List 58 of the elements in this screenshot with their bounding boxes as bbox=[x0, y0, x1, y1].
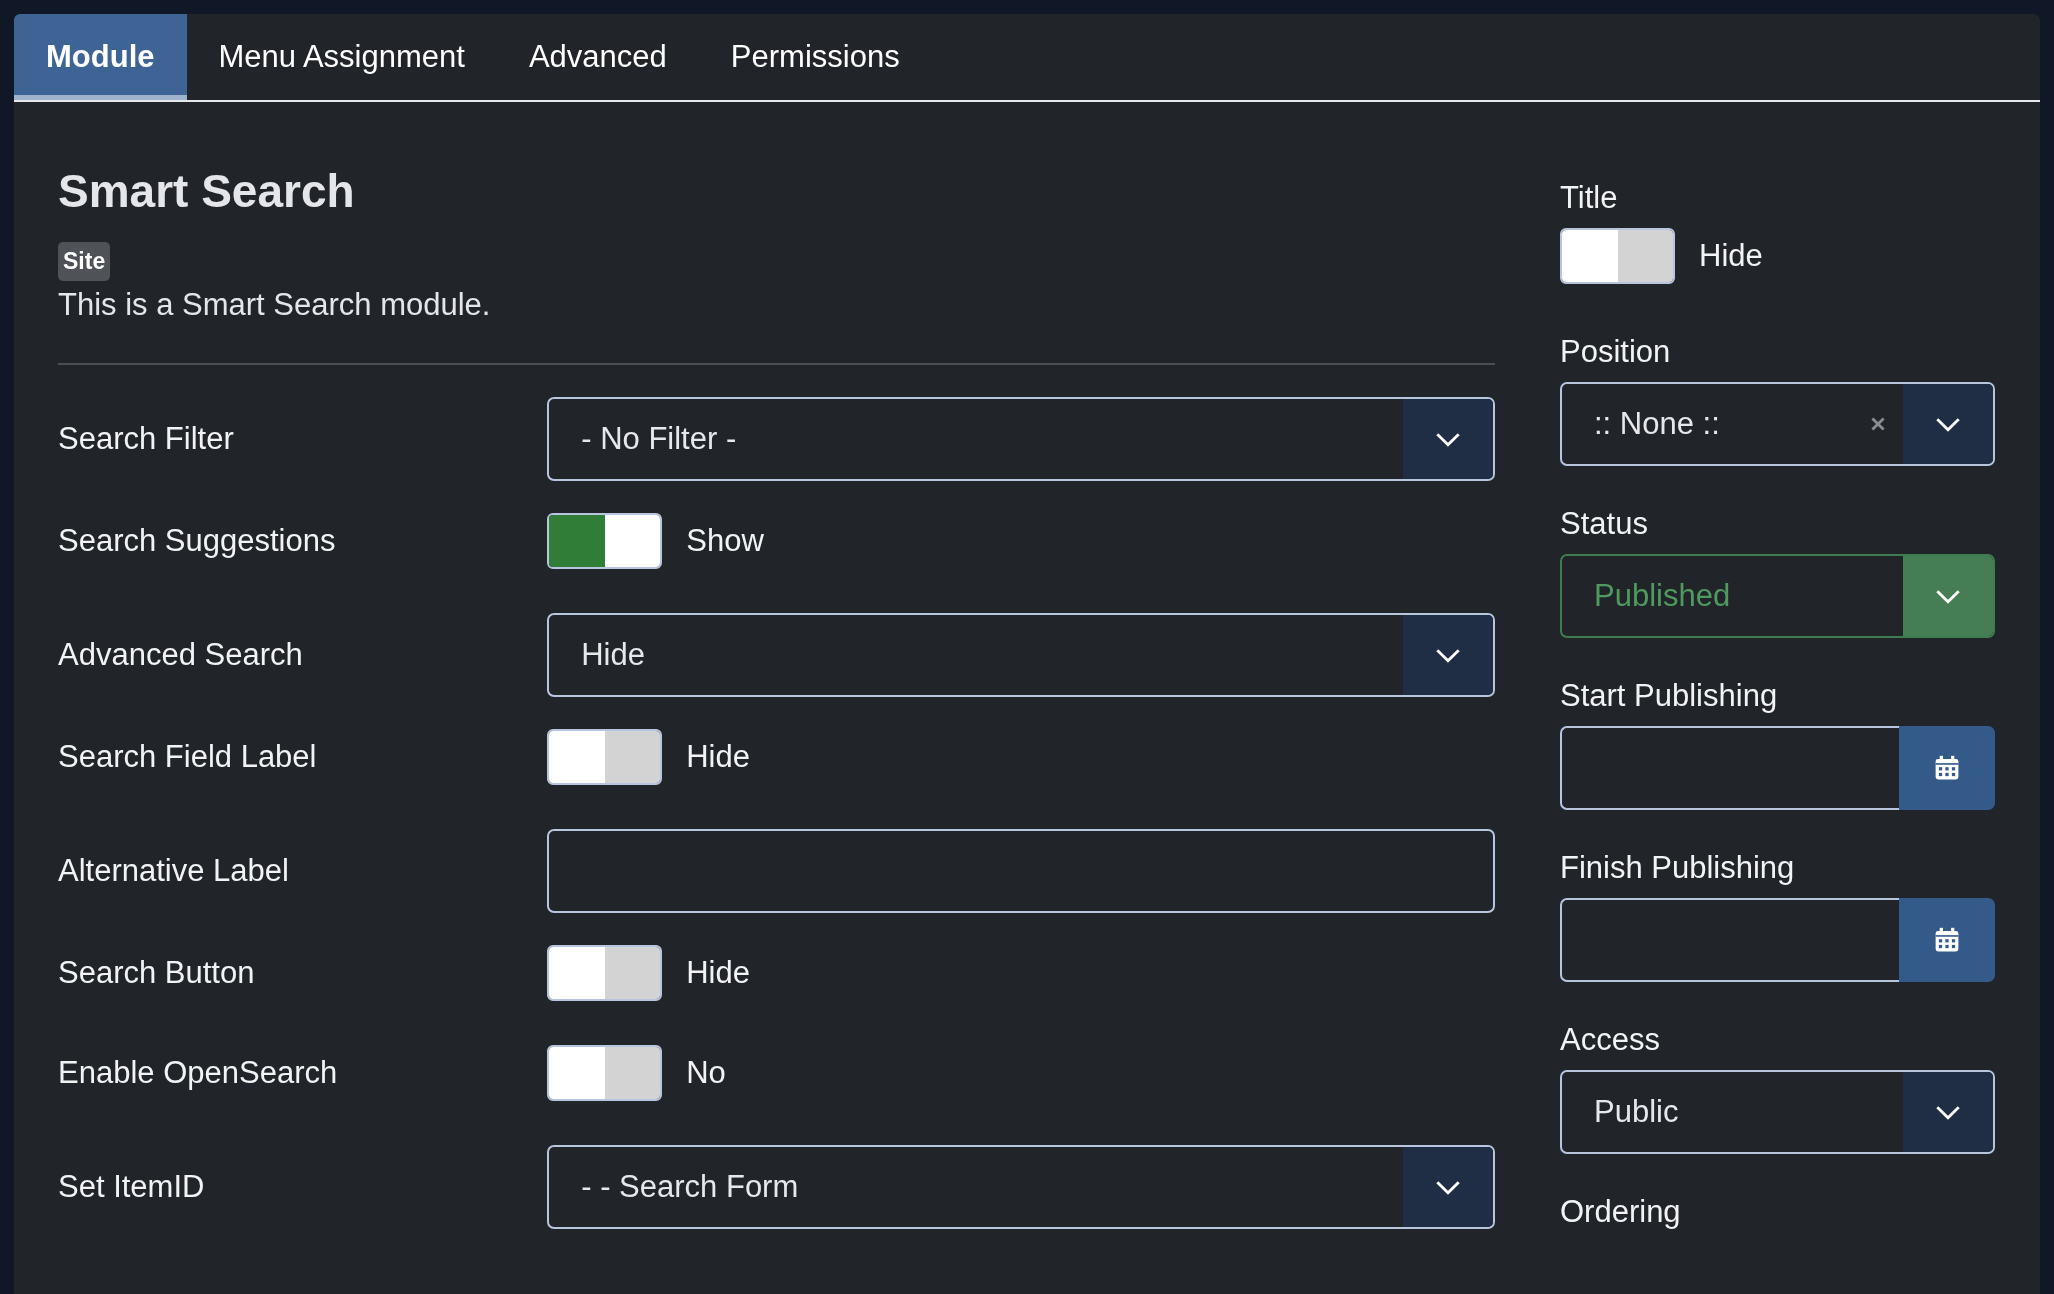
dropdown-select[interactable]: Public bbox=[1560, 1070, 1995, 1154]
calendar-icon bbox=[1934, 755, 1960, 781]
field-label: Status bbox=[1560, 506, 1649, 542]
toggle-state-label: Hide bbox=[1699, 238, 1763, 274]
caret-icon bbox=[1435, 647, 1461, 663]
calendar-button[interactable] bbox=[1899, 898, 1995, 982]
field-label: Title bbox=[1560, 180, 1619, 216]
tab[interactable]: Module bbox=[14, 14, 187, 100]
field-label: Access bbox=[1560, 1022, 1661, 1058]
field-label: Search Filter bbox=[58, 421, 235, 457]
field-label: Ordering bbox=[1560, 1194, 1682, 1230]
clear-icon[interactable] bbox=[1871, 417, 1885, 431]
tab[interactable]: Permissions bbox=[698, 14, 932, 100]
date-input-field[interactable] bbox=[1560, 898, 1899, 982]
site-badge: Site bbox=[58, 242, 111, 281]
caret-icon bbox=[1935, 416, 1961, 432]
module-description: This is a Smart Search module. bbox=[58, 287, 492, 323]
module-title: Smart Search bbox=[58, 168, 356, 214]
text-input-field[interactable] bbox=[547, 829, 1495, 913]
dropdown-select[interactable]: :: None :: bbox=[1560, 382, 1995, 466]
field-label: Alternative Label bbox=[58, 853, 290, 889]
toggle-state-label: No bbox=[686, 1055, 726, 1091]
select-value: - No Filter - bbox=[580, 421, 738, 457]
date-input-field[interactable] bbox=[1560, 726, 1899, 810]
field-label: Enable OpenSearch bbox=[58, 1055, 339, 1091]
dropdown-select[interactable]: Hide bbox=[547, 613, 1495, 697]
tab[interactable]: Advanced bbox=[496, 14, 699, 100]
toggle-switch[interactable] bbox=[547, 729, 663, 785]
field-label: Position bbox=[1560, 334, 1672, 370]
caret-icon bbox=[1935, 1104, 1961, 1120]
toggle-switch[interactable] bbox=[547, 513, 663, 569]
field-label: Set ItemID bbox=[58, 1169, 206, 1205]
field-label: Advanced Search bbox=[58, 637, 304, 673]
tab[interactable]: Menu Assignment bbox=[186, 14, 497, 100]
caret-icon bbox=[1435, 1179, 1461, 1195]
toggle-state-label: Hide bbox=[686, 955, 750, 991]
field-label: Finish Publishing bbox=[1560, 850, 1796, 886]
calendar-icon bbox=[1934, 927, 1960, 953]
field-label: Search Suggestions bbox=[58, 523, 337, 559]
toggle-switch[interactable] bbox=[547, 945, 663, 1001]
dropdown-select[interactable]: Published bbox=[1560, 554, 1995, 638]
select-value: Hide bbox=[580, 637, 646, 673]
toggle-state-label: Hide bbox=[686, 739, 750, 775]
select-value: :: None :: bbox=[1593, 406, 1721, 442]
caret-icon bbox=[1435, 431, 1461, 447]
field-label: Search Field Label bbox=[58, 739, 318, 775]
caret-icon bbox=[1935, 588, 1961, 604]
select-value: Published bbox=[1593, 578, 1732, 614]
field-label: Start Publishing bbox=[1560, 678, 1779, 714]
select-value: Public bbox=[1593, 1094, 1680, 1130]
toggle-switch[interactable] bbox=[547, 1045, 663, 1101]
dropdown-select[interactable]: - No Filter - bbox=[547, 397, 1495, 481]
dropdown-select[interactable]: - - Search Form bbox=[547, 1145, 1495, 1229]
calendar-button[interactable] bbox=[1899, 726, 1995, 810]
toggle-switch[interactable] bbox=[1560, 228, 1675, 284]
toggle-state-label: Show bbox=[686, 523, 764, 559]
select-value: - - Search Form bbox=[580, 1169, 800, 1205]
field-label: Search Button bbox=[58, 955, 256, 991]
